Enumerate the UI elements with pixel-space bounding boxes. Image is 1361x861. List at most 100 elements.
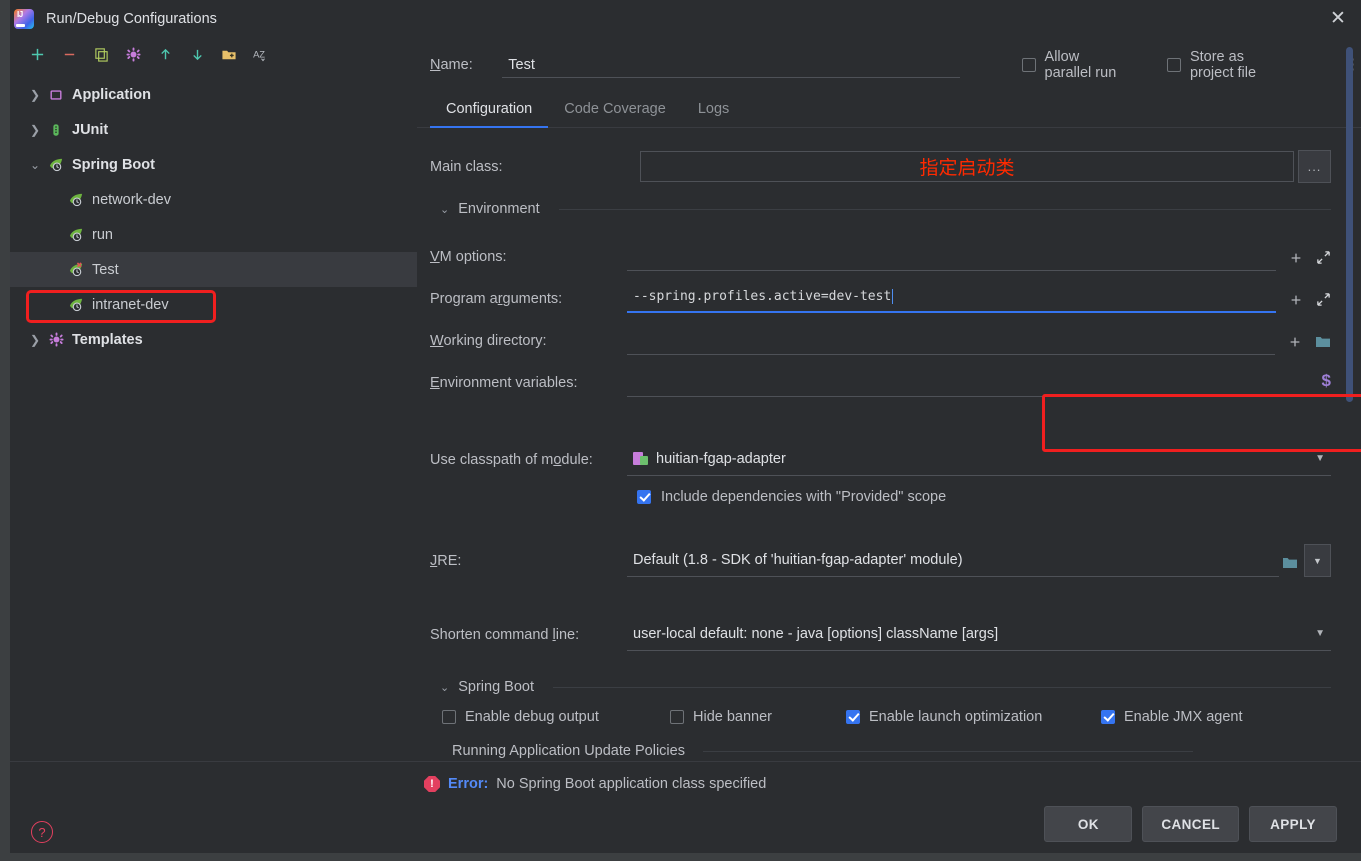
shorten-command-line-value: user-local default: none - java [options… <box>633 625 999 642</box>
tree-item-test[interactable]: Test <box>0 252 417 287</box>
working-directory-actions <box>1275 335 1331 355</box>
main-class-row: Main class: 指定启动类 ... <box>430 150 1331 183</box>
chevron-down-icon[interactable]: ▼ <box>1315 628 1325 639</box>
checkbox-box[interactable] <box>846 710 860 724</box>
environment-section-header[interactable]: ⌄ Environment <box>440 201 1331 217</box>
vm-options-input[interactable] <box>627 241 1276 271</box>
use-classpath-row: Use classpath of module: huitian-fgap-ad… <box>430 424 1331 476</box>
header-options: Allow parallel run Store as project file… <box>1021 49 1361 81</box>
name-label: Name: <box>430 57 473 73</box>
tab-logs[interactable]: Logs <box>682 101 745 127</box>
shorten-command-line-combobox[interactable]: user-local default: none - java [options… <box>627 619 1331 651</box>
svg-text:AZ: AZ <box>253 49 265 59</box>
divider <box>553 686 1331 688</box>
add-configuration-button[interactable] <box>28 45 46 63</box>
tree-item-templates[interactable]: ❯ Templates <box>0 322 417 357</box>
tree-item-application[interactable]: ❯ Application <box>0 77 417 112</box>
shorten-command-line-label: Shorten command line: <box>430 627 580 643</box>
jre-dropdown-button[interactable]: ▼ <box>1304 544 1331 577</box>
running-app-update-policies-header: Running Application Update Policies <box>452 743 1331 759</box>
add-macro-icon[interactable] <box>1289 293 1303 307</box>
tree-item-intranet-dev[interactable]: intranet-dev <box>0 287 417 322</box>
program-arguments-input[interactable]: --spring.profiles.active=dev-test <box>627 283 1276 313</box>
vertical-scrollbar[interactable] <box>1346 47 1353 717</box>
add-macro-icon[interactable] <box>1288 335 1302 349</box>
hide-banner-checkbox[interactable]: Hide banner <box>670 709 846 725</box>
checkbox-box[interactable] <box>637 490 651 504</box>
environment-variables-input[interactable] <box>627 367 1309 397</box>
name-input[interactable] <box>502 52 960 78</box>
macro-dollar-icon[interactable]: $ <box>1322 371 1331 391</box>
enable-debug-output-checkbox[interactable]: Enable debug output <box>442 709 670 725</box>
chevron-right-icon[interactable]: ❯ <box>28 88 42 102</box>
move-down-button[interactable] <box>188 45 206 63</box>
window-left-edge <box>0 0 10 861</box>
tab-code-coverage[interactable]: Code Coverage <box>548 101 682 127</box>
tab-configuration[interactable]: Configuration <box>430 101 549 128</box>
chevron-right-icon[interactable]: ❯ <box>28 123 42 137</box>
environment-variables-label: Environment variables: <box>430 375 578 391</box>
tree-item-run[interactable]: run <box>0 217 417 252</box>
use-classpath-combobox[interactable]: huitian-fgap-adapter ▼ <box>627 444 1331 476</box>
ok-button[interactable]: OK <box>1044 806 1133 842</box>
expand-editor-icon[interactable] <box>1316 292 1331 307</box>
checkbox-box[interactable] <box>1101 710 1115 724</box>
environment-section-label: Environment <box>458 201 540 217</box>
enable-launch-optimization-checkbox[interactable]: Enable launch optimization <box>846 709 1101 725</box>
templates-gear-icon <box>46 332 66 347</box>
help-icon[interactable]: ? <box>31 821 53 843</box>
spring-boot-section-header[interactable]: ⌄ Spring Boot <box>440 679 1331 695</box>
chevron-down-icon[interactable]: ▼ <box>1315 453 1325 464</box>
checkbox-box[interactable] <box>670 710 684 724</box>
new-folder-icon[interactable] <box>220 45 238 63</box>
error-text: No Spring Boot application class specifi… <box>496 776 767 792</box>
jre-row: JRE: Default (1.8 - SDK of 'huitian-fgap… <box>430 525 1331 577</box>
enable-jmx-agent-checkbox[interactable]: Enable JMX agent <box>1101 709 1243 725</box>
remove-configuration-button[interactable] <box>60 45 78 63</box>
expand-editor-icon[interactable] <box>1316 250 1331 265</box>
window-title: Run/Debug Configurations <box>46 10 217 27</box>
store-as-project-file-checkbox[interactable]: Store as project file <box>1166 49 1281 81</box>
chevron-right-icon[interactable]: ❯ <box>28 333 42 347</box>
edit-templates-gear-icon[interactable] <box>124 45 142 63</box>
tree-item-spring-boot[interactable]: ⌄ Spring Boot <box>0 147 417 182</box>
main-class-browse-button[interactable]: ... <box>1298 150 1331 183</box>
jre-combobox[interactable]: Default (1.8 - SDK of 'huitian-fgap-adap… <box>627 545 1279 577</box>
move-up-button[interactable] <box>156 45 174 63</box>
copy-configuration-button[interactable] <box>92 45 110 63</box>
checkbox-box[interactable] <box>442 710 456 724</box>
tree-item-network-dev[interactable]: network-dev <box>0 182 417 217</box>
dialog-body: AZ ❯ Application ❯ JUnit ⌄ Spring Boot n… <box>0 37 1361 761</box>
include-provided-scope-checkbox[interactable]: Include dependencies with "Provided" sco… <box>637 489 1331 505</box>
chevron-down-icon[interactable]: ⌄ <box>440 681 449 694</box>
tree-toolbar: AZ <box>0 37 417 71</box>
chevron-down-icon[interactable]: ⌄ <box>28 158 42 172</box>
tree-item-junit[interactable]: ❯ JUnit <box>0 112 417 147</box>
environment-variables-row: Environment variables: $ <box>430 355 1331 397</box>
main-class-input[interactable]: 指定启动类 <box>640 151 1294 182</box>
checkbox-box[interactable] <box>1021 58 1036 72</box>
add-macro-icon[interactable] <box>1289 251 1303 265</box>
junit-icon <box>46 123 66 137</box>
spring-boot-error-icon <box>66 262 86 277</box>
spring-boot-icon <box>66 297 86 312</box>
chevron-down-icon[interactable]: ⌄ <box>440 203 449 216</box>
jre-browse-folder-icon[interactable] <box>1279 549 1301 577</box>
browse-folder-icon[interactable] <box>1315 335 1331 349</box>
cancel-button[interactable]: CANCEL <box>1142 806 1239 842</box>
title-bar: Run/Debug Configurations ✕ <box>0 0 1361 37</box>
close-icon[interactable]: ✕ <box>1315 0 1361 37</box>
program-arguments-actions <box>1276 292 1331 313</box>
checkbox-box[interactable] <box>1166 58 1181 72</box>
configuration-form: Main class: 指定启动类 ... ⌄ Environment VM o… <box>417 128 1361 761</box>
divider <box>558 208 1331 210</box>
spring-boot-icon <box>66 227 86 242</box>
scrollbar-thumb[interactable] <box>1346 47 1353 402</box>
vm-options-actions <box>1276 250 1331 271</box>
store-as-project-file-label: Store as project file <box>1189 49 1257 81</box>
apply-button[interactable]: APPLY <box>1249 806 1337 842</box>
working-directory-input[interactable] <box>627 325 1275 355</box>
allow-parallel-run-checkbox[interactable]: Allow parallel run <box>1021 49 1125 81</box>
sort-alphabetically-icon[interactable]: AZ <box>252 45 270 63</box>
spring-boot-icon <box>66 192 86 207</box>
